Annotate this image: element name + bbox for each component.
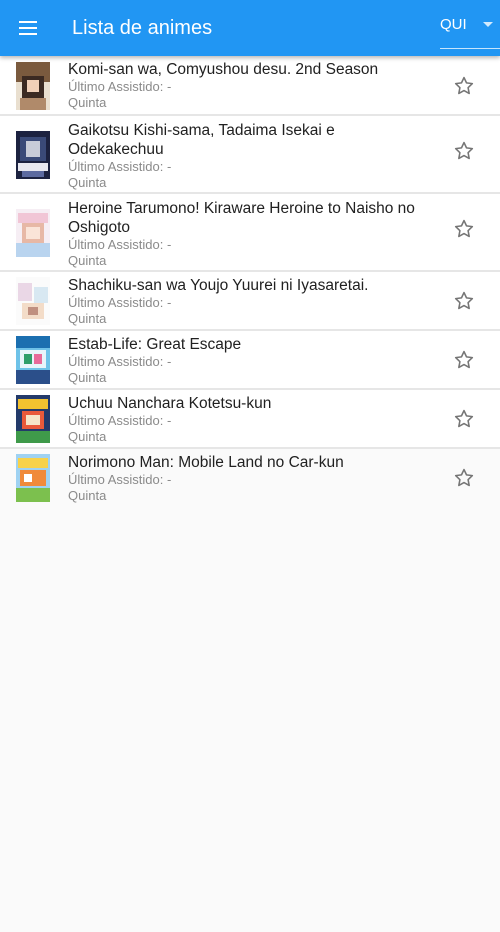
app-title: Lista de animes: [72, 17, 213, 39]
anime-title: Heroine Tarumono! Kiraware Heroine to Na…: [68, 200, 415, 236]
anime-list-item[interactable]: Estab-Life: Great Escape Último Assistid…: [0, 331, 500, 390]
last-watched: Último Assistido: -: [68, 237, 172, 252]
anime-list-item[interactable]: Gaikotsu Kishi-sama, Tadaima Isekai e Od…: [0, 116, 500, 194]
anime-list-item[interactable]: Heroine Tarumono! Kiraware Heroine to Na…: [0, 194, 500, 272]
anime-thumbnail: [16, 454, 50, 502]
last-watched: Último Assistido: -: [68, 79, 172, 94]
day-select-value: QUI: [440, 16, 467, 33]
air-day: Quinta: [68, 429, 107, 444]
air-day: Quinta: [68, 488, 107, 503]
anime-info: Uchuu Nanchara Kotetsu-kun Último Assist…: [68, 394, 428, 445]
anime-info: Estab-Life: Great Escape Último Assistid…: [68, 335, 428, 386]
menu-icon: [19, 21, 37, 35]
anime-list-item[interactable]: Norimono Man: Mobile Land no Car-kun Últ…: [0, 449, 500, 509]
last-watched: Último Assistido: -: [68, 295, 172, 310]
air-day: Quinta: [68, 253, 107, 268]
anime-list-item[interactable]: Shachiku-san wa Youjo Yuurei ni Iyasaret…: [0, 272, 500, 331]
last-watched: Último Assistido: -: [68, 354, 172, 369]
anime-thumbnail: [16, 209, 50, 257]
dropdown-arrow-icon: [483, 22, 493, 27]
anime-title: Estab-Life: Great Escape: [68, 336, 242, 353]
menu-button[interactable]: [12, 12, 44, 44]
anime-thumbnail: [16, 277, 50, 325]
anime-list-item[interactable]: Komi-san wa, Comyushou desu. 2nd Season …: [0, 56, 500, 116]
star-outline-icon[interactable]: [453, 218, 475, 240]
star-outline-icon[interactable]: [453, 408, 475, 430]
anime-list-item[interactable]: Uchuu Nanchara Kotetsu-kun Último Assist…: [0, 390, 500, 449]
anime-thumbnail: [16, 62, 50, 110]
last-watched: Último Assistido: -: [68, 472, 172, 487]
anime-title: Komi-san wa, Comyushou desu. 2nd Season: [68, 61, 379, 78]
star-outline-icon[interactable]: [453, 75, 475, 97]
star-outline-icon[interactable]: [453, 140, 475, 162]
anime-title: Shachiku-san wa Youjo Yuurei ni Iyasaret…: [68, 277, 369, 294]
day-select[interactable]: QUI: [440, 8, 500, 49]
air-day: Quinta: [68, 175, 107, 190]
star-outline-icon[interactable]: [453, 467, 475, 489]
anime-thumbnail: [16, 395, 50, 443]
air-day: Quinta: [68, 370, 107, 385]
star-outline-icon[interactable]: [453, 349, 475, 371]
last-watched: Último Assistido: -: [68, 413, 172, 428]
air-day: Quinta: [68, 311, 107, 326]
anime-thumbnail: [16, 131, 50, 179]
anime-info: Heroine Tarumono! Kiraware Heroine to Na…: [68, 199, 428, 269]
anime-title: Uchuu Nanchara Kotetsu-kun: [68, 395, 272, 412]
anime-info: Shachiku-san wa Youjo Yuurei ni Iyasaret…: [68, 276, 428, 327]
star-outline-icon[interactable]: [453, 290, 475, 312]
anime-title: Gaikotsu Kishi-sama, Tadaima Isekai e Od…: [68, 122, 335, 158]
anime-list: Komi-san wa, Comyushou desu. 2nd Season …: [0, 56, 500, 509]
app-bar: Lista de animes QUI: [0, 0, 500, 56]
anime-info: Norimono Man: Mobile Land no Car-kun Últ…: [68, 453, 428, 504]
anime-info: Gaikotsu Kishi-sama, Tadaima Isekai e Od…: [68, 121, 428, 191]
anime-info: Komi-san wa, Comyushou desu. 2nd Season …: [68, 60, 428, 111]
air-day: Quinta: [68, 95, 107, 110]
last-watched: Último Assistido: -: [68, 159, 172, 174]
anime-thumbnail: [16, 336, 50, 384]
anime-title: Norimono Man: Mobile Land no Car-kun: [68, 454, 344, 471]
